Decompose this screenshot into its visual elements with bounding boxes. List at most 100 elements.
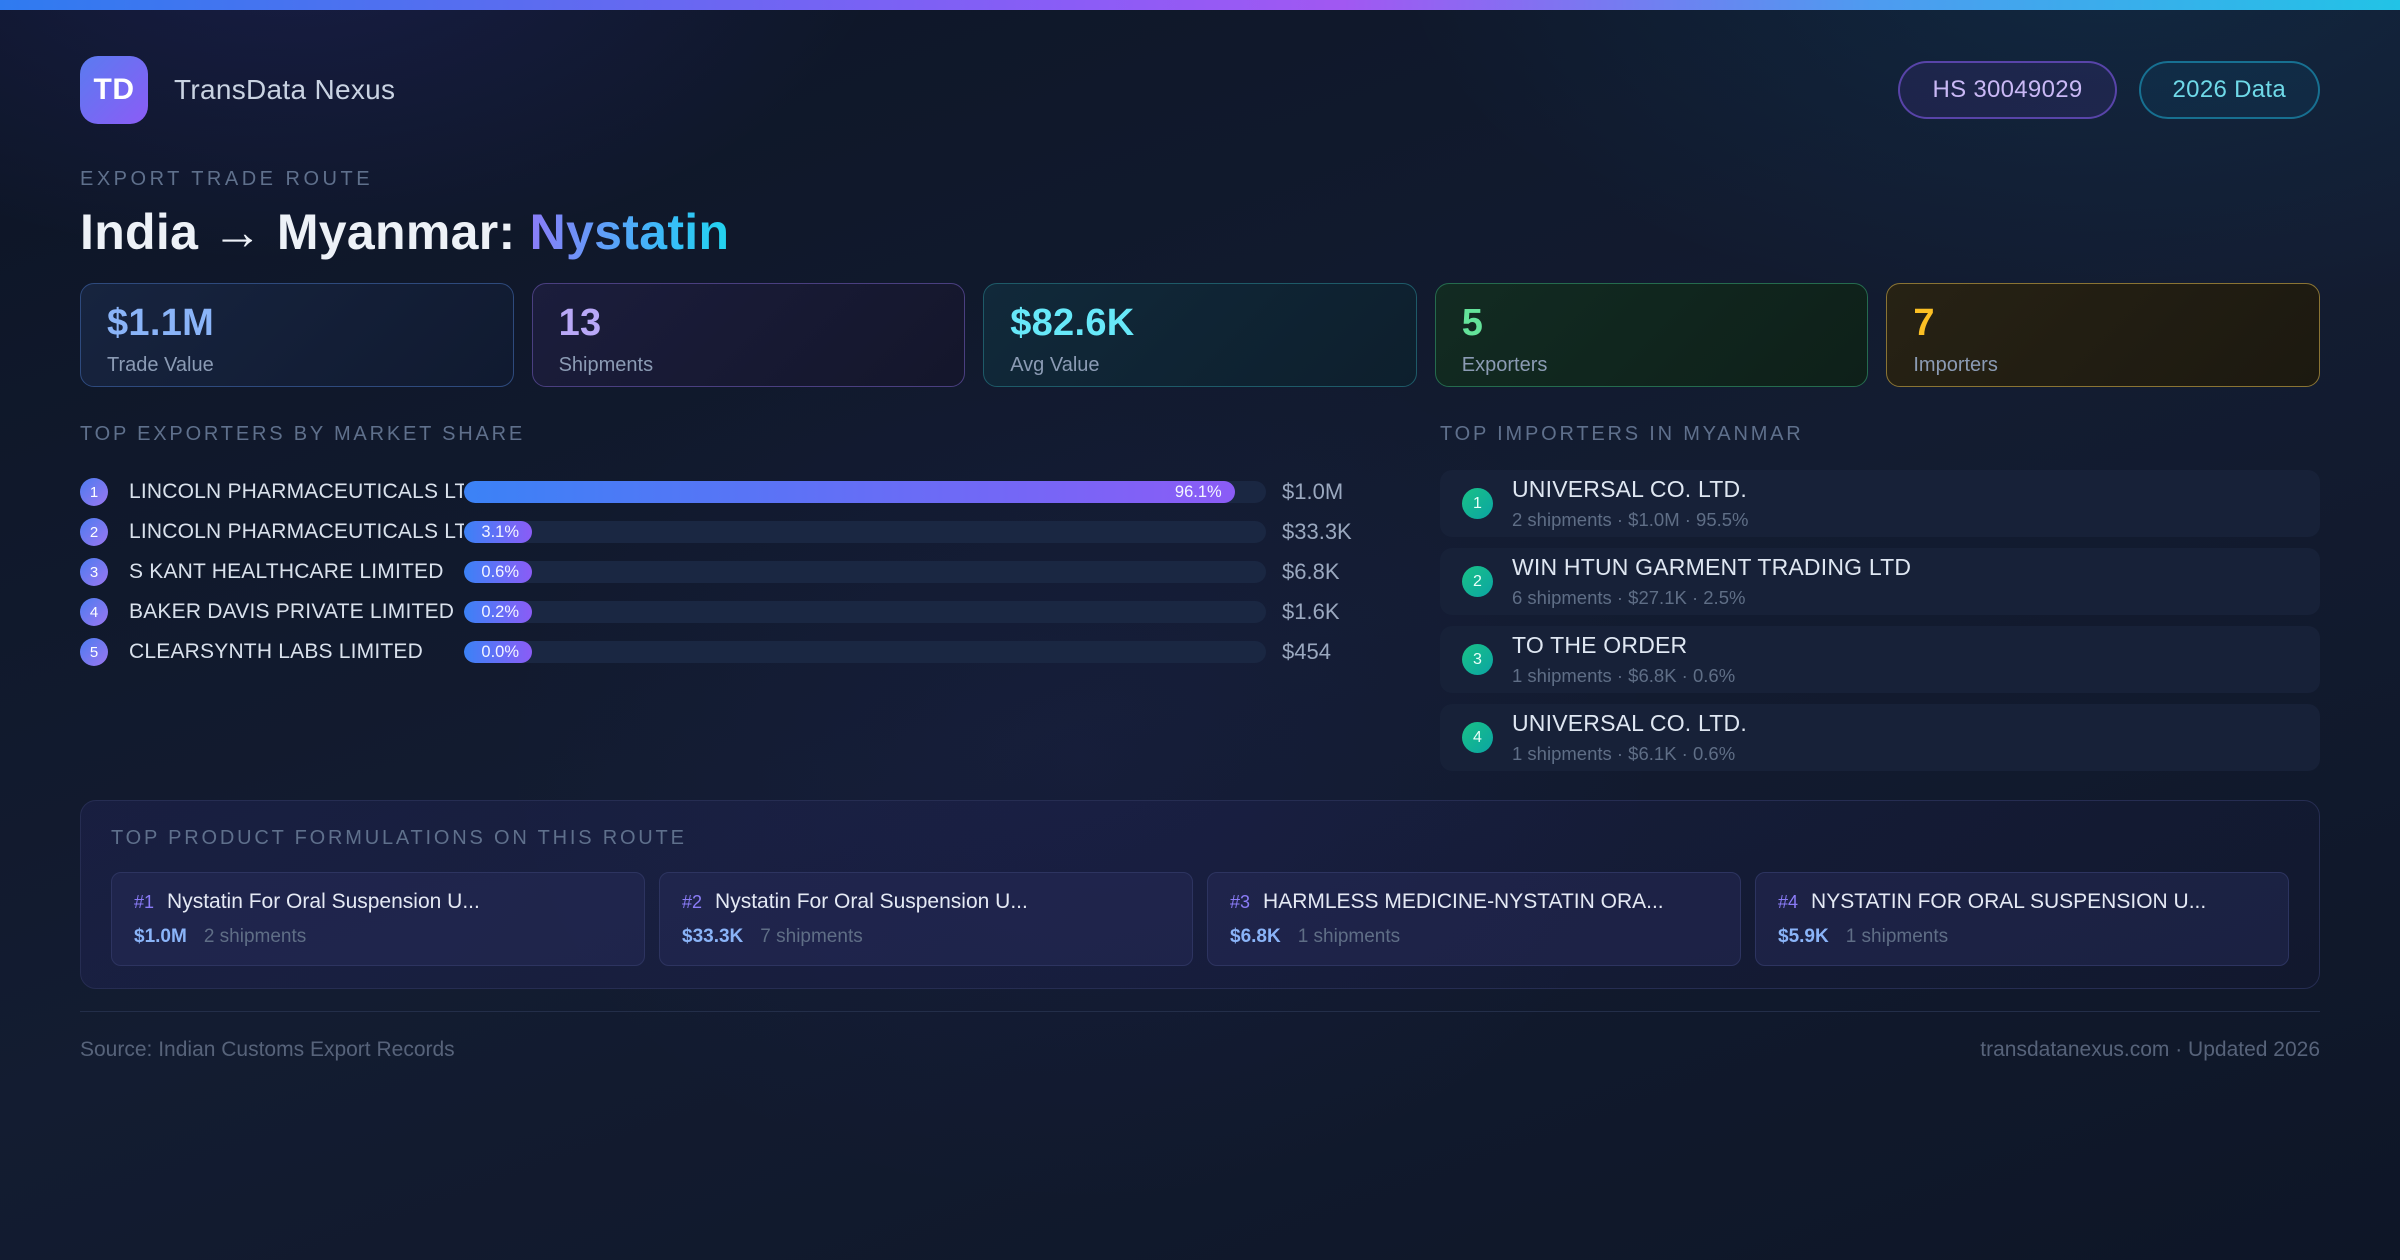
rank-badge: 1 [1462, 488, 1493, 519]
product-name: NYSTATIN FOR ORAL SUSPENSION U... [1811, 890, 2207, 913]
importer-list-item: 2 WIN HTUN GARMENT TRADING LTD 6 shipmen… [1440, 548, 2320, 615]
market-share-bar: 96.1% [464, 481, 1235, 503]
product-shipments: 2 shipments [203, 926, 307, 947]
product-cards: #1 Nystatin For Oral Suspension U... $1.… [111, 872, 2289, 966]
exporter-value: $33.3K [1282, 519, 1352, 544]
exporter-value: $1.6K [1282, 599, 1340, 624]
market-share-bar-track: 3.1% [464, 521, 1266, 543]
market-share-bar: 3.1% [464, 521, 532, 543]
share-percent-label: 3.1% [481, 522, 519, 541]
stat-value: 13 [558, 302, 602, 344]
product-card: #4 NYSTATIN FOR ORAL SUSPENSION U... $5.… [1755, 872, 2289, 966]
page-title-route: India → Myanmar: [80, 204, 530, 260]
product-rank: #1 [134, 892, 155, 912]
header: TD TransData Nexus HS 30049029 2026 Data [80, 56, 2320, 124]
eyebrow-label: EXPORT TRADE ROUTE [80, 168, 374, 190]
stat-card-shipments: 13 Shipments [531, 283, 966, 387]
product-title-line: #4 NYSTATIN FOR ORAL SUSPENSION U... [1778, 890, 2266, 914]
importer-name: WIN HTUN GARMENT TRADING LTD [1512, 554, 1912, 580]
product-rank: #3 [1230, 892, 1251, 912]
brand-block: TD TransData Nexus [80, 56, 395, 124]
page-title-product: Nystatin [529, 204, 730, 260]
exporter-value: $1.0M [1282, 479, 1344, 504]
exporter-row: 4 BAKER DAVIS PRIVATE LIMITED 0.2% $1.6K [80, 592, 1390, 632]
rank-badge: 4 [80, 598, 108, 626]
page-title: India → Myanmar: Nystatin [80, 203, 2320, 261]
stat-label: Exporters [1461, 354, 1548, 376]
accent-gradient-bar [0, 0, 2400, 10]
market-share-bar: 0.6% [464, 561, 532, 583]
exporter-row: 5 CLEARSYNTH LABS LIMITED 0.0% $454 [80, 632, 1390, 672]
importers-section: TOP IMPORTERS IN MYANMAR 1 UNIVERSAL CO.… [1440, 423, 2320, 782]
importer-meta: 6 shipments · $27.1K · 2.5% [1512, 587, 1746, 608]
importer-meta: 2 shipments · $1.0M · 95.5% [1512, 509, 1749, 530]
stat-card-exporters: 5 Exporters [1434, 283, 1869, 387]
stat-label: Trade Value [107, 354, 214, 376]
exporters-bar-chart: 1 LINCOLN PHARMACEUTICALS LTD 96.1% $1.0… [80, 472, 1390, 672]
data-year-badge[interactable]: 2026 Data [2138, 61, 2320, 119]
exporters-section: TOP EXPORTERS BY MARKET SHARE 1 LINCOLN … [80, 423, 1390, 672]
product-shipments: 1 shipments [1845, 926, 1949, 947]
market-share-bar-track: 96.1% [464, 481, 1266, 503]
rank-badge: 4 [1462, 722, 1493, 753]
main-content: TOP EXPORTERS BY MARKET SHARE 1 LINCOLN … [80, 423, 2320, 782]
product-formulations-panel: TOP PRODUCT FORMULATIONS ON THIS ROUTE #… [80, 800, 2320, 989]
exporter-name: LINCOLN PHARMACEUTICALS LTD [129, 480, 464, 503]
product-shipments: 1 shipments [1297, 926, 1401, 947]
market-share-bar: 0.2% [464, 601, 532, 623]
exporter-name: CLEARSYNTH LABS LIMITED [129, 640, 424, 663]
product-meta-line: $5.9K 1 shipments [1778, 926, 2266, 948]
exporter-name: LINCOLN PHARMACEUTICALS LTD [129, 520, 464, 543]
market-share-bar-track: 0.6% [464, 561, 1266, 583]
share-percent-label: 0.0% [481, 642, 519, 661]
share-percent-label: 96.1% [1174, 482, 1222, 501]
exporter-row: 2 LINCOLN PHARMACEUTICALS LTD 3.1% $33.3… [80, 512, 1390, 552]
share-percent-label: 0.6% [481, 562, 519, 581]
rank-badge: 1 [80, 478, 108, 506]
importer-text: UNIVERSAL CO. LTD. 1 shipments · $6.1K ·… [1512, 710, 1747, 765]
stat-value: 5 [1461, 302, 1484, 344]
exporters-heading: TOP EXPORTERS BY MARKET SHARE [80, 423, 526, 445]
footer-source: Source: Indian Customs Export Records [80, 1038, 455, 1061]
importer-meta: 1 shipments · $6.8K · 0.6% [1512, 665, 1736, 686]
stat-value: $82.6K [1010, 302, 1135, 344]
page: TD TransData Nexus HS 30049029 2026 Data… [0, 56, 2400, 1062]
product-name: Nystatin For Oral Suspension U... [715, 890, 1028, 913]
importer-text: UNIVERSAL CO. LTD. 2 shipments · $1.0M ·… [1512, 476, 1749, 531]
product-value: $33.3K [682, 926, 744, 947]
product-name: HARMLESS MEDICINE-NYSTATIN ORA... [1263, 890, 1664, 913]
rank-badge: 5 [80, 638, 108, 666]
importer-name: UNIVERSAL CO. LTD. [1512, 710, 1747, 736]
exporter-name: S KANT HEALTHCARE LIMITED [129, 560, 444, 583]
product-title-line: #3 HARMLESS MEDICINE-NYSTATIN ORA... [1230, 890, 1718, 914]
stat-value: 7 [1913, 302, 1935, 344]
stat-label: Importers [1913, 354, 1998, 376]
importer-list-item: 4 UNIVERSAL CO. LTD. 1 shipments · $6.1K… [1440, 704, 2320, 771]
importer-list-item: 1 UNIVERSAL CO. LTD. 2 shipments · $1.0M… [1440, 470, 2320, 537]
importers-heading: TOP IMPORTERS IN MYANMAR [1440, 423, 1804, 445]
stat-value: $1.1M [107, 302, 215, 344]
importers-list: 1 UNIVERSAL CO. LTD. 2 shipments · $1.0M… [1440, 470, 2320, 771]
product-card: #1 Nystatin For Oral Suspension U... $1.… [111, 872, 645, 966]
stat-card-importers: 7 Importers [1886, 283, 2320, 387]
hs-code-badge[interactable]: HS 30049029 [1898, 61, 2117, 119]
products-heading: TOP PRODUCT FORMULATIONS ON THIS ROUTE [111, 827, 687, 849]
product-rank: #4 [1778, 892, 1799, 912]
exporter-name: BAKER DAVIS PRIVATE LIMITED [129, 600, 455, 623]
exporter-row: 3 S KANT HEALTHCARE LIMITED 0.6% $6.8K [80, 552, 1390, 592]
product-value: $6.8K [1230, 926, 1281, 947]
product-title-line: #2 Nystatin For Oral Suspension U... [682, 890, 1170, 914]
header-badges: HS 30049029 2026 Data [1898, 61, 2320, 119]
product-rank: #2 [682, 892, 703, 912]
stat-label: Shipments [558, 354, 654, 376]
importer-name: UNIVERSAL CO. LTD. [1512, 476, 1747, 502]
footer: Source: Indian Customs Export Records tr… [80, 1011, 2320, 1062]
product-meta-line: $6.8K 1 shipments [1230, 926, 1718, 948]
market-share-bar: 0.0% [464, 641, 532, 663]
footer-site-note: transdatanexus.com · Updated 2026 [1980, 1038, 2320, 1061]
product-card: #2 Nystatin For Oral Suspension U... $33… [659, 872, 1193, 966]
importer-meta: 1 shipments · $6.1K · 0.6% [1512, 743, 1736, 764]
product-meta-line: $1.0M 2 shipments [134, 926, 622, 948]
stat-card-trade-value: $1.1M Trade Value [80, 283, 514, 387]
importer-name: TO THE ORDER [1512, 632, 1688, 658]
